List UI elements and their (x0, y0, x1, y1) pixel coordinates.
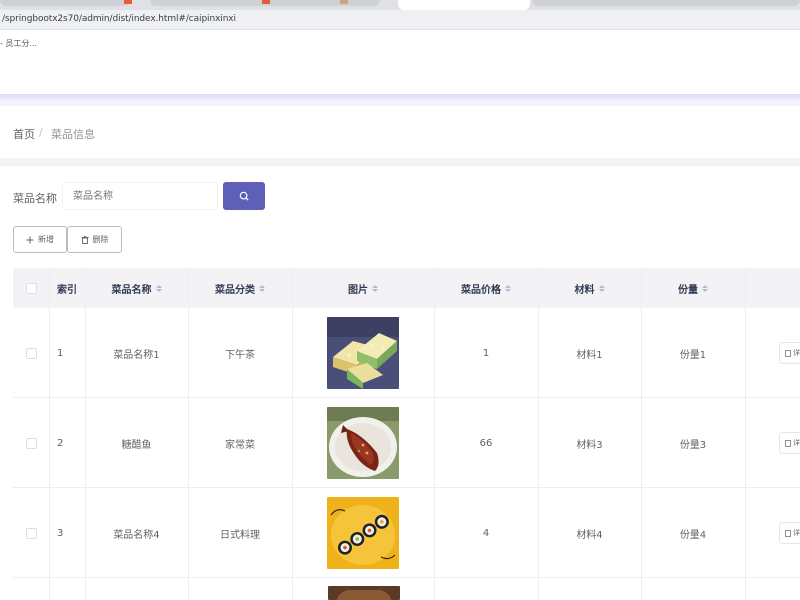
header-divider (0, 94, 800, 102)
tab-favicon-icon (124, 0, 132, 4)
delete-button-label: 删除 (92, 235, 109, 244)
column-header-name[interactable]: 菜品名称 (85, 268, 188, 308)
delete-button[interactable]: 删除 (67, 226, 122, 253)
search-label: 菜品名称 (13, 192, 57, 205)
cell-index: 2 (57, 437, 64, 449)
breadcrumb-current: 菜品信息 (51, 128, 95, 141)
plus-icon (26, 236, 34, 243)
table-row[interactable] (13, 578, 800, 600)
column-header-portion[interactable]: 份量 (641, 268, 745, 308)
sort-icon[interactable] (598, 284, 605, 292)
column-header-category[interactable]: 菜品分类 (188, 268, 292, 308)
tab-favicon-icon (340, 0, 348, 4)
column-header-material[interactable]: 材料 (538, 268, 641, 308)
row-checkbox[interactable] (25, 527, 37, 539)
cell-index: 3 (57, 527, 64, 539)
header-user-text: - 员工分... (0, 39, 38, 48)
row-select[interactable] (13, 488, 49, 578)
cell-image (292, 308, 434, 398)
header-select-all[interactable] (13, 268, 49, 308)
cell-name: 菜品名称1 (113, 349, 160, 361)
cell-portion: 份量1 (679, 349, 707, 361)
breadcrumb-separator: / (39, 126, 43, 139)
cell-portion: 份量3 (679, 439, 707, 451)
search-icon (239, 191, 249, 201)
dish-image-sushi-rolls[interactable] (327, 497, 399, 569)
row-select[interactable] (13, 398, 49, 488)
detail-button[interactable]: 详 (779, 432, 800, 454)
row-checkbox[interactable] (25, 437, 37, 449)
cell-name: 菜品名称4 (113, 529, 160, 541)
breadcrumb (0, 106, 800, 158)
address-bar-url[interactable]: /springbootx2s70/admin/dist/index.html#/… (2, 14, 236, 24)
row-select[interactable] (13, 308, 49, 398)
breadcrumb-home[interactable]: 首页 (13, 126, 35, 142)
browser-tab-strip (0, 0, 800, 10)
table-header: 索引 菜品名称 菜品分类 图片 菜品价格 材料 份量 (13, 268, 800, 308)
dish-image-layered-cake[interactable] (327, 317, 399, 389)
sort-icon[interactable] (702, 284, 708, 292)
detail-button[interactable]: 详 (779, 342, 800, 364)
cell-index: 1 (57, 347, 64, 359)
cell-image (292, 488, 434, 578)
browser-tab-active[interactable] (398, 0, 530, 10)
browser-tab[interactable] (532, 0, 800, 6)
document-icon (785, 439, 791, 447)
table-row[interactable]: 2 糖醋鱼 家常菜 66 材料3 份量3 详 (13, 398, 800, 488)
cell-price: 4 (482, 527, 490, 539)
detail-button[interactable]: 详 (779, 522, 800, 544)
sort-icon[interactable] (155, 284, 162, 292)
select-all-checkbox[interactable] (25, 282, 37, 294)
dish-image-partial[interactable] (328, 586, 400, 600)
column-header-index: 索引 (57, 284, 77, 296)
column-header-image[interactable]: 图片 (292, 268, 434, 308)
cell-price: 1 (482, 347, 490, 359)
cell-category: 日式料理 (220, 529, 260, 541)
add-button-label: 新增 (38, 235, 54, 244)
column-header-price[interactable]: 菜品价格 (434, 268, 538, 308)
sort-icon[interactable] (505, 284, 511, 292)
sort-icon[interactable] (372, 284, 378, 292)
cell-material: 材料4 (576, 529, 603, 541)
sort-icon[interactable] (259, 284, 265, 292)
page-header (0, 30, 800, 96)
cell-name: 糖醋鱼 (121, 439, 152, 451)
document-icon (785, 349, 791, 357)
trash-icon (81, 235, 88, 244)
browser-tab[interactable] (0, 0, 130, 6)
table-row[interactable]: 3 菜品名称4 日式料理 4 材料4 份量4 详 (13, 488, 800, 578)
cell-category: 下午茶 (225, 349, 255, 361)
cell-portion: 份量4 (679, 529, 707, 541)
cell-price: 66 (479, 437, 493, 449)
cell-material: 材料3 (576, 439, 603, 451)
row-checkbox[interactable] (25, 347, 37, 359)
add-button[interactable]: 新增 (13, 226, 67, 253)
search-button[interactable] (223, 182, 265, 210)
dish-image-sweet-sour-fish[interactable] (327, 407, 399, 479)
search-input[interactable] (62, 182, 218, 210)
table-row[interactable]: 1 菜品名称1 下午茶 1 材料1 份量1 详 (13, 308, 800, 398)
cell-category: 家常菜 (225, 439, 255, 451)
data-table: 索引 菜品名称 菜品分类 图片 菜品价格 材料 份量 1 菜品名称1 下午茶 1… (13, 268, 800, 600)
tab-favicon-icon (262, 0, 270, 4)
cell-material: 材料1 (576, 349, 603, 361)
document-icon (785, 529, 791, 537)
cell-image (292, 398, 434, 488)
